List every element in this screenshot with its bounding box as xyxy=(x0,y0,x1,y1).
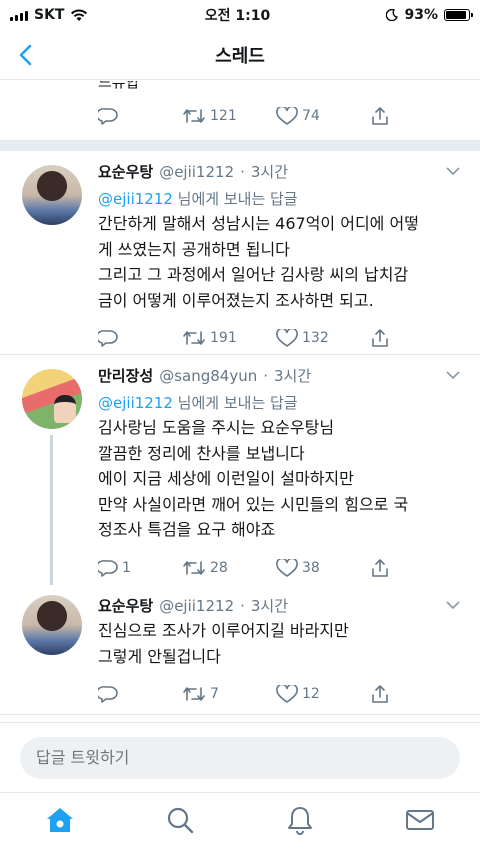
avatar[interactable] xyxy=(22,369,82,429)
tweet[interactable]: 만리장성 @sang84yun · 3시간 @ejii1212 님에게 보내는 … xyxy=(0,355,480,585)
chevron-down-icon[interactable] xyxy=(446,167,460,176)
mention-link[interactable]: @ejii1212 xyxy=(98,190,173,208)
handle: @sang84yun xyxy=(159,367,258,385)
retweet-icon xyxy=(183,109,205,123)
chevron-left-icon xyxy=(19,44,32,66)
bell-icon xyxy=(288,806,312,835)
tab-home[interactable] xyxy=(30,800,90,840)
reply-context: @ejii1212 님에게 보내는 답글 xyxy=(98,394,298,412)
avatar[interactable] xyxy=(22,595,82,655)
avatar[interactable] xyxy=(22,165,82,225)
reply-count: 1 xyxy=(122,559,131,576)
heart-icon xyxy=(276,107,298,125)
retweet-button[interactable]: 7 xyxy=(182,685,276,703)
share-icon xyxy=(372,559,388,577)
tweet-text: 진심으로 조사가 이루어지길 바라지만 그렇게 안될겁니다 xyxy=(98,621,349,666)
search-icon xyxy=(167,807,194,833)
tweet-text: 간단하게 말해서 성남시는 467억이 어디에 어떻 게 쓰였는지 공개하면 됩… xyxy=(98,214,419,310)
heart-icon xyxy=(276,685,298,703)
share-button[interactable] xyxy=(370,558,390,578)
battery-icon xyxy=(444,9,473,21)
tab-bar xyxy=(0,792,480,854)
share-icon xyxy=(372,107,388,125)
retweet-count: 121 xyxy=(210,108,237,124)
reply-icon xyxy=(98,559,118,577)
page-title: 스레드 xyxy=(215,45,265,67)
retweet-button[interactable]: 191 xyxy=(182,329,276,347)
like-button[interactable]: 12 xyxy=(276,685,370,703)
status-bar: SKT 오전 1:10 93% xyxy=(0,0,480,30)
section-divider xyxy=(0,141,480,151)
like-count: 38 xyxy=(302,559,320,576)
retweet-count: 7 xyxy=(210,686,219,703)
like-button[interactable]: 132 xyxy=(276,329,370,348)
retweet-icon xyxy=(183,687,205,701)
wifi-icon xyxy=(71,8,88,21)
like-button[interactable]: 38 xyxy=(276,558,370,577)
tab-messages[interactable] xyxy=(390,800,450,840)
reply-input[interactable] xyxy=(20,736,460,779)
thread-feed[interactable]: 드뷰합 121 74 요순우탕 @ejii1212 · 3시간 @ejii121… xyxy=(0,81,480,717)
reply-icon xyxy=(98,330,118,348)
heart-icon xyxy=(276,329,298,348)
handle: @ejii1212 xyxy=(159,163,235,181)
like-button[interactable]: 74 xyxy=(276,107,370,125)
chevron-down-icon[interactable] xyxy=(446,371,460,380)
display-name[interactable]: 요순우탕 xyxy=(98,161,153,182)
thread-line xyxy=(50,435,53,585)
home-icon xyxy=(47,807,73,832)
retweet-count: 28 xyxy=(210,559,228,576)
retweet-count: 191 xyxy=(210,330,237,347)
retweet-button[interactable]: 121 xyxy=(182,107,276,125)
heart-icon xyxy=(276,558,298,577)
share-button[interactable] xyxy=(370,328,390,348)
retweet-button[interactable]: 28 xyxy=(182,559,276,577)
battery-percent: 93% xyxy=(404,7,438,23)
like-count: 12 xyxy=(302,686,320,703)
retweet-icon xyxy=(183,561,205,575)
compose-bar xyxy=(0,722,480,792)
timestamp: 3시간 xyxy=(250,597,289,615)
reply-button[interactable] xyxy=(98,685,182,703)
handle: @ejii1212 xyxy=(159,597,235,615)
share-button[interactable] xyxy=(370,106,390,126)
chevron-down-icon[interactable] xyxy=(446,601,460,610)
reply-button[interactable] xyxy=(98,329,182,348)
timestamp: 3시간 xyxy=(250,163,289,181)
share-icon xyxy=(372,685,388,703)
display-name[interactable]: 요순우탕 xyxy=(98,595,153,616)
like-count: 132 xyxy=(302,330,329,347)
clock: 오전 1:10 xyxy=(204,8,271,24)
tweet-text: 김사랑님 도움을 주시는 요순우탕님 깔끔한 정리에 찬사를 보냅니다 에이 지… xyxy=(98,418,409,540)
mail-icon xyxy=(406,809,434,830)
nav-header: 스레드 xyxy=(0,30,480,80)
timestamp: 3시간 xyxy=(274,367,312,385)
reply-icon xyxy=(98,686,118,703)
mention-link[interactable]: @ejii1212 xyxy=(98,394,173,412)
tab-notifications[interactable] xyxy=(270,800,330,840)
cutoff-text: 드뷰합 xyxy=(98,81,140,91)
moon-icon xyxy=(386,9,399,21)
share-icon xyxy=(372,329,388,348)
partial-tweet: 드뷰합 121 74 xyxy=(0,81,480,141)
signal-icon xyxy=(10,9,28,21)
reply-icon xyxy=(98,107,118,125)
carrier: SKT xyxy=(34,7,65,23)
display-name[interactable]: 만리장성 xyxy=(98,365,153,386)
like-count: 74 xyxy=(302,108,320,124)
tab-search[interactable] xyxy=(150,800,210,840)
tweet[interactable]: 요순우탕 @ejii1212 · 3시간 @ejii1212 님에게 보내는 답… xyxy=(0,151,480,355)
tweet[interactable]: 요순우탕 @ejii1212 · 3시간 진심으로 조사가 이루어지길 바라지만… xyxy=(0,585,480,715)
retweet-icon xyxy=(183,331,205,346)
share-button[interactable] xyxy=(370,684,390,704)
reply-context: @ejii1212 님에게 보내는 답글 xyxy=(98,190,298,208)
back-button[interactable] xyxy=(10,40,40,70)
reply-button[interactable]: 1 xyxy=(98,559,182,577)
reply-button[interactable] xyxy=(98,107,182,125)
